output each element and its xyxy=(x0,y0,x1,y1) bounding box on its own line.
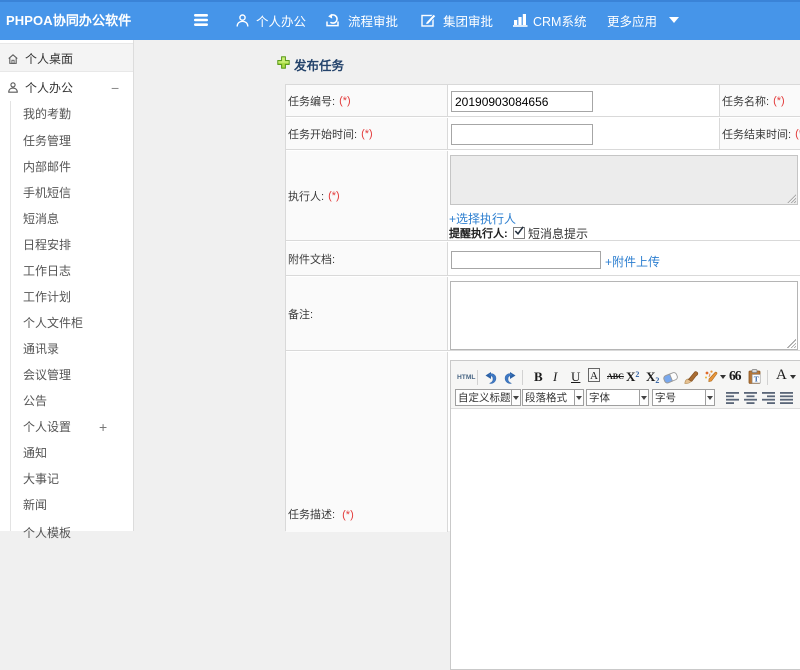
svg-text:T: T xyxy=(754,374,759,383)
